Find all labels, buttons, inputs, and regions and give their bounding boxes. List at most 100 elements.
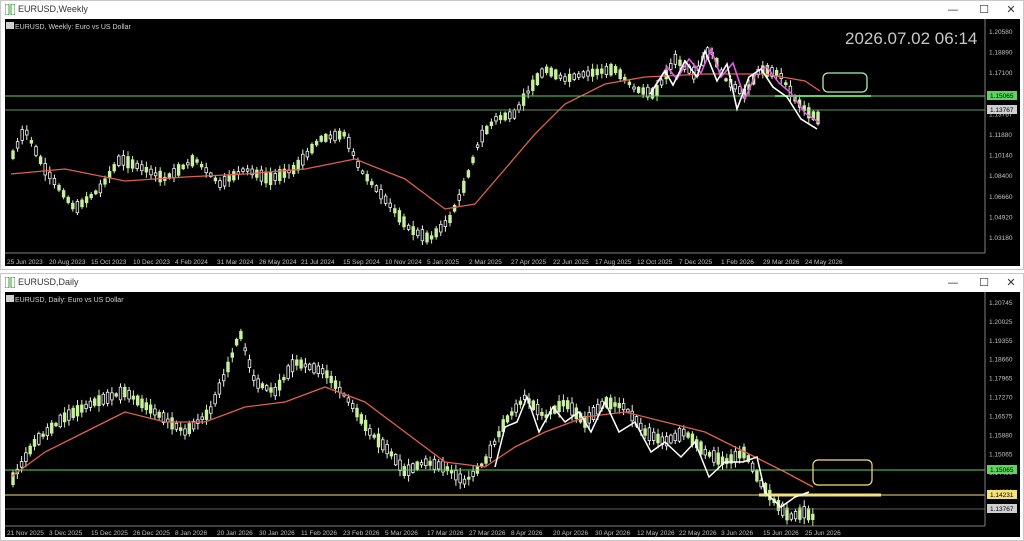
daily-chart-svg[interactable]: 1.20745 1.20025 1.19355 1.18660 1.17965 1.172… (5, 292, 1020, 537)
candle-body (370, 181, 374, 186)
time-tick-label: 20 Jan 2026 (217, 530, 253, 537)
candle-body (307, 363, 312, 371)
close-button[interactable]: ✕ (1001, 2, 1021, 18)
time-tick-label: 23 Feb 2026 (343, 530, 380, 537)
candle-body (19, 461, 24, 468)
maximize-button[interactable]: ☐ (974, 275, 994, 291)
price-tick-label: 1.20025 (989, 319, 1013, 326)
candle-body (41, 433, 45, 437)
daily-time-axis: 21 Nov 2025 3 Dec 2025 15 Dec 2025 26 Dec 2… (7, 530, 841, 537)
time-tick-label: 27 Mar 2026 (469, 530, 506, 537)
time-tick-label: 25 Jun 2026 (805, 530, 841, 537)
candle-body (75, 405, 80, 417)
candle-body (121, 155, 126, 166)
candle-body (656, 433, 660, 444)
candle-body (596, 404, 600, 415)
candle-body (290, 359, 295, 373)
candle-body (609, 63, 613, 76)
candle-body (29, 140, 34, 144)
candle-body (333, 130, 337, 142)
time-tick-label: 15 Oct 2023 (91, 259, 127, 266)
candle-body (652, 431, 656, 441)
candle-body (434, 228, 438, 238)
daily-chart-canvas[interactable]: 1.20745 1.20025 1.19355 1.18660 1.17965 1.172… (5, 292, 1020, 537)
candle-body (319, 135, 323, 142)
minimize-button[interactable]: — (943, 2, 963, 18)
time-tick-label: 7 Dec 2025 (679, 259, 713, 266)
candle-body (561, 400, 566, 407)
candle-body (259, 169, 264, 182)
candle-body (333, 380, 338, 389)
candle-body (355, 407, 359, 418)
candle-body (591, 407, 596, 420)
candle-body (50, 422, 54, 434)
weekly-titlebar[interactable]: EURUSD,Weekly — ☐ ✕ (1, 1, 1023, 19)
candle-body (48, 171, 52, 180)
daily-settings-icon[interactable] (6, 295, 14, 302)
weekly-price-axis: 1.20580 1.18890 1.17100 1.15065 1.13767 1.118… (989, 29, 1013, 242)
candle-body (503, 112, 507, 121)
candle-body (398, 459, 402, 471)
candle-body (385, 444, 389, 455)
candle-body (204, 167, 208, 174)
candle-body (510, 411, 514, 416)
weekly-chart-window[interactable]: EURUSD,Weekly — ☐ ✕ 1.20580 1.18890 1.1710… (0, 0, 1024, 270)
candle-body (127, 390, 131, 400)
price-tick-label: 1.08400 (989, 173, 1013, 180)
candle-body (337, 130, 342, 140)
weekly-candles (11, 46, 820, 245)
candle-body (260, 383, 265, 389)
candle-body (97, 395, 101, 407)
weekly-moving-average (10, 73, 821, 210)
candle-body (264, 385, 269, 391)
weekly-chart-canvas[interactable]: 1.20580 1.18890 1.17100 1.15065 1.13767 1.118… (5, 19, 1020, 266)
candle-body (383, 195, 388, 204)
candle-body (20, 129, 24, 141)
chart-window-icon (5, 277, 15, 288)
candle-body (346, 397, 351, 403)
price-tick-label: 1.11880 (989, 132, 1012, 139)
daily-titlebar[interactable]: EURUSD,Daily — ☐ ✕ (1, 274, 1023, 292)
time-tick-label: 27 Apr 2025 (511, 259, 546, 266)
candle-body (480, 129, 484, 143)
candle-body (209, 406, 213, 414)
candle-body (526, 90, 530, 94)
daily-chart-window[interactable]: EURUSD,Daily — ☐ ✕ 1.20745 1.20025 1.19355… (0, 273, 1024, 541)
weekly-current-price-tag-text: 1.13767 (990, 107, 1014, 114)
candle-body (425, 232, 429, 243)
candle-body (130, 159, 135, 169)
candle-body (454, 470, 458, 481)
close-button[interactable]: ✕ (1001, 275, 1021, 291)
weekly-settings-icon[interactable] (6, 22, 14, 29)
candle-body (793, 511, 798, 520)
candle-body (153, 172, 158, 177)
minimize-button[interactable]: — (943, 275, 963, 291)
time-tick-label: 12 Oct 2025 (637, 259, 673, 266)
candle-body (779, 73, 783, 79)
candle-body (360, 170, 365, 174)
candle-body (636, 86, 641, 93)
weekly-green-level-tag-text: 1.15065 (990, 93, 1014, 100)
daily-symbol-label: EURUSD, Daily: Euro vs US Dollar (15, 297, 124, 304)
price-tick-label: 1.17270 (989, 395, 1013, 402)
price-tick-label: 1.15880 (989, 432, 1013, 439)
candle-body (738, 450, 742, 459)
weekly-chart-svg[interactable]: 1.20580 1.18890 1.17100 1.15065 1.13767 1.118… (5, 19, 1020, 266)
candle-body (488, 444, 492, 459)
candle-body (466, 170, 471, 178)
candle-body (187, 423, 191, 434)
candle-body (419, 462, 424, 466)
time-tick-label: 8 Jan 2026 (175, 530, 208, 537)
candle-body (199, 163, 204, 168)
candle-body (80, 199, 84, 208)
candle-body (374, 185, 379, 193)
weekly-window-title: EURUSD,Weekly (18, 4, 88, 14)
candle-body (618, 69, 622, 80)
candle-body (733, 450, 738, 463)
candle-body (673, 53, 678, 65)
candle-body (45, 427, 50, 437)
candle-body (535, 73, 540, 86)
maximize-button[interactable]: ☐ (974, 2, 994, 18)
candle-body (432, 458, 437, 470)
time-tick-label: 29 Mar 2026 (763, 259, 800, 266)
